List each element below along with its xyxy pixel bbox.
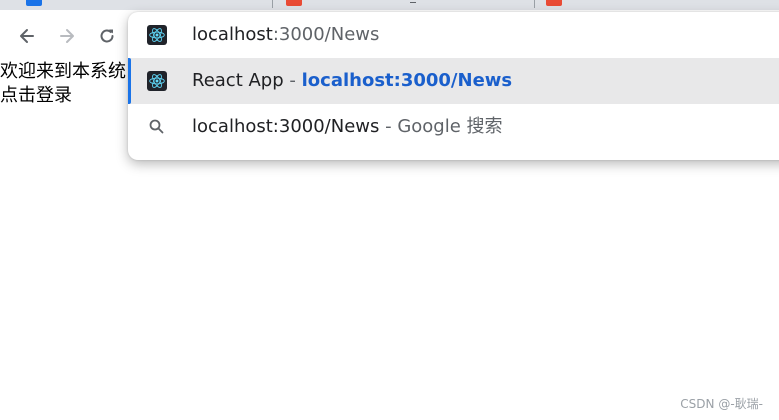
suggestion-query: localhost:3000/News [192, 116, 380, 137]
back-button[interactable] [13, 22, 41, 50]
tab-favicon-2[interactable] [286, 0, 302, 6]
suggestion-engine: Google 搜索 [397, 116, 503, 137]
watermark: CSDN @-耿瑞- [680, 397, 763, 411]
suggestion-react-app[interactable]: React App - localhost:3000/News [128, 58, 779, 104]
suggestion-title: React App [192, 70, 284, 91]
search-icon [149, 119, 164, 134]
tab-favicon-3[interactable] [546, 0, 562, 6]
suggestion-separator: - [283, 70, 302, 91]
address-input-text[interactable]: localhost:3000/News [192, 12, 379, 58]
suggestion-separator: - [379, 116, 398, 137]
address-host: localhost [192, 24, 273, 45]
forward-button[interactable] [53, 22, 81, 50]
reload-icon [100, 29, 114, 43]
tab-favicon-1[interactable] [26, 0, 42, 6]
tab-divider [534, 0, 535, 8]
reload-button[interactable] [93, 22, 121, 50]
address-bar[interactable]: localhost:3000/News [128, 12, 779, 58]
arrow-right-icon [60, 29, 74, 43]
omnibox-dropdown: localhost:3000/News React App - localhos… [128, 12, 779, 160]
suggestion-url: localhost:3000/News [301, 70, 513, 91]
tab-strip [0, 0, 779, 10]
address-path: :3000/News [272, 24, 380, 45]
tab-title-fragment [410, 2, 416, 3]
react-logo-icon [147, 25, 167, 45]
suggestion-google-search[interactable]: localhost:3000/News - Google 搜索 [128, 104, 779, 150]
arrow-left-icon [20, 29, 34, 43]
tab-divider [272, 0, 273, 8]
react-logo-icon [147, 71, 167, 91]
